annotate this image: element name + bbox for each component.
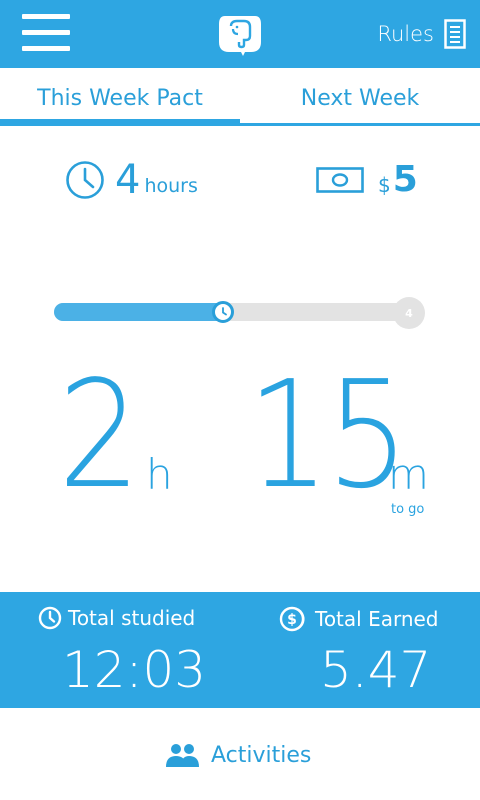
svg-text:$: $ (287, 612, 297, 628)
total-studied-label-row: Total studied (38, 606, 195, 630)
active-tab-indicator (0, 119, 240, 126)
clock-icon (222, 307, 227, 316)
users-icon (166, 744, 199, 767)
banknote-icon (316, 167, 364, 193)
total-earned-label: Total Earned (315, 607, 439, 631)
dollar-coin-icon: $ (279, 606, 305, 632)
elephant-logo-icon[interactable] (217, 12, 263, 56)
progress-goal-marker: 4 (393, 297, 425, 329)
rules-label: Rules (377, 22, 434, 46)
countdown-caption: to go (391, 502, 425, 517)
total-earned-value: 5.47 (320, 641, 432, 699)
total-studied-label: Total studied (68, 606, 196, 630)
pact-hours-unit: hours (144, 175, 198, 197)
countdown-hours-unit: h (146, 450, 173, 499)
pact-hours-value: 4 (115, 157, 141, 203)
clock-icon (66, 161, 104, 199)
hamburger-menu-icon[interactable] (22, 14, 70, 52)
activities-button[interactable]: Activities (165, 735, 311, 775)
countdown-hours: 2 (58, 349, 141, 521)
pact-stake: $ 5 (316, 150, 418, 210)
progress-knob[interactable] (212, 301, 234, 323)
total-studied-value: 12:03 (62, 641, 207, 699)
pact-stake-value: 5 (392, 159, 418, 200)
countdown-minutes-unit: m (388, 450, 429, 499)
progress-fill (54, 303, 223, 321)
pact-hours: 4 hours (65, 150, 198, 210)
total-earned-label-row: $ Total Earned (279, 606, 439, 632)
tab-next-week[interactable]: Next Week (240, 68, 480, 128)
rules-button[interactable]: Rules (377, 16, 466, 52)
document-icon (444, 19, 466, 49)
clock-icon (38, 606, 62, 630)
app-header: Rules (0, 0, 480, 68)
pact-stake-currency: $ (378, 173, 391, 197)
countdown-minutes: 15 (247, 349, 409, 521)
tab-divider (240, 123, 480, 126)
activities-label: Activities (211, 742, 312, 768)
